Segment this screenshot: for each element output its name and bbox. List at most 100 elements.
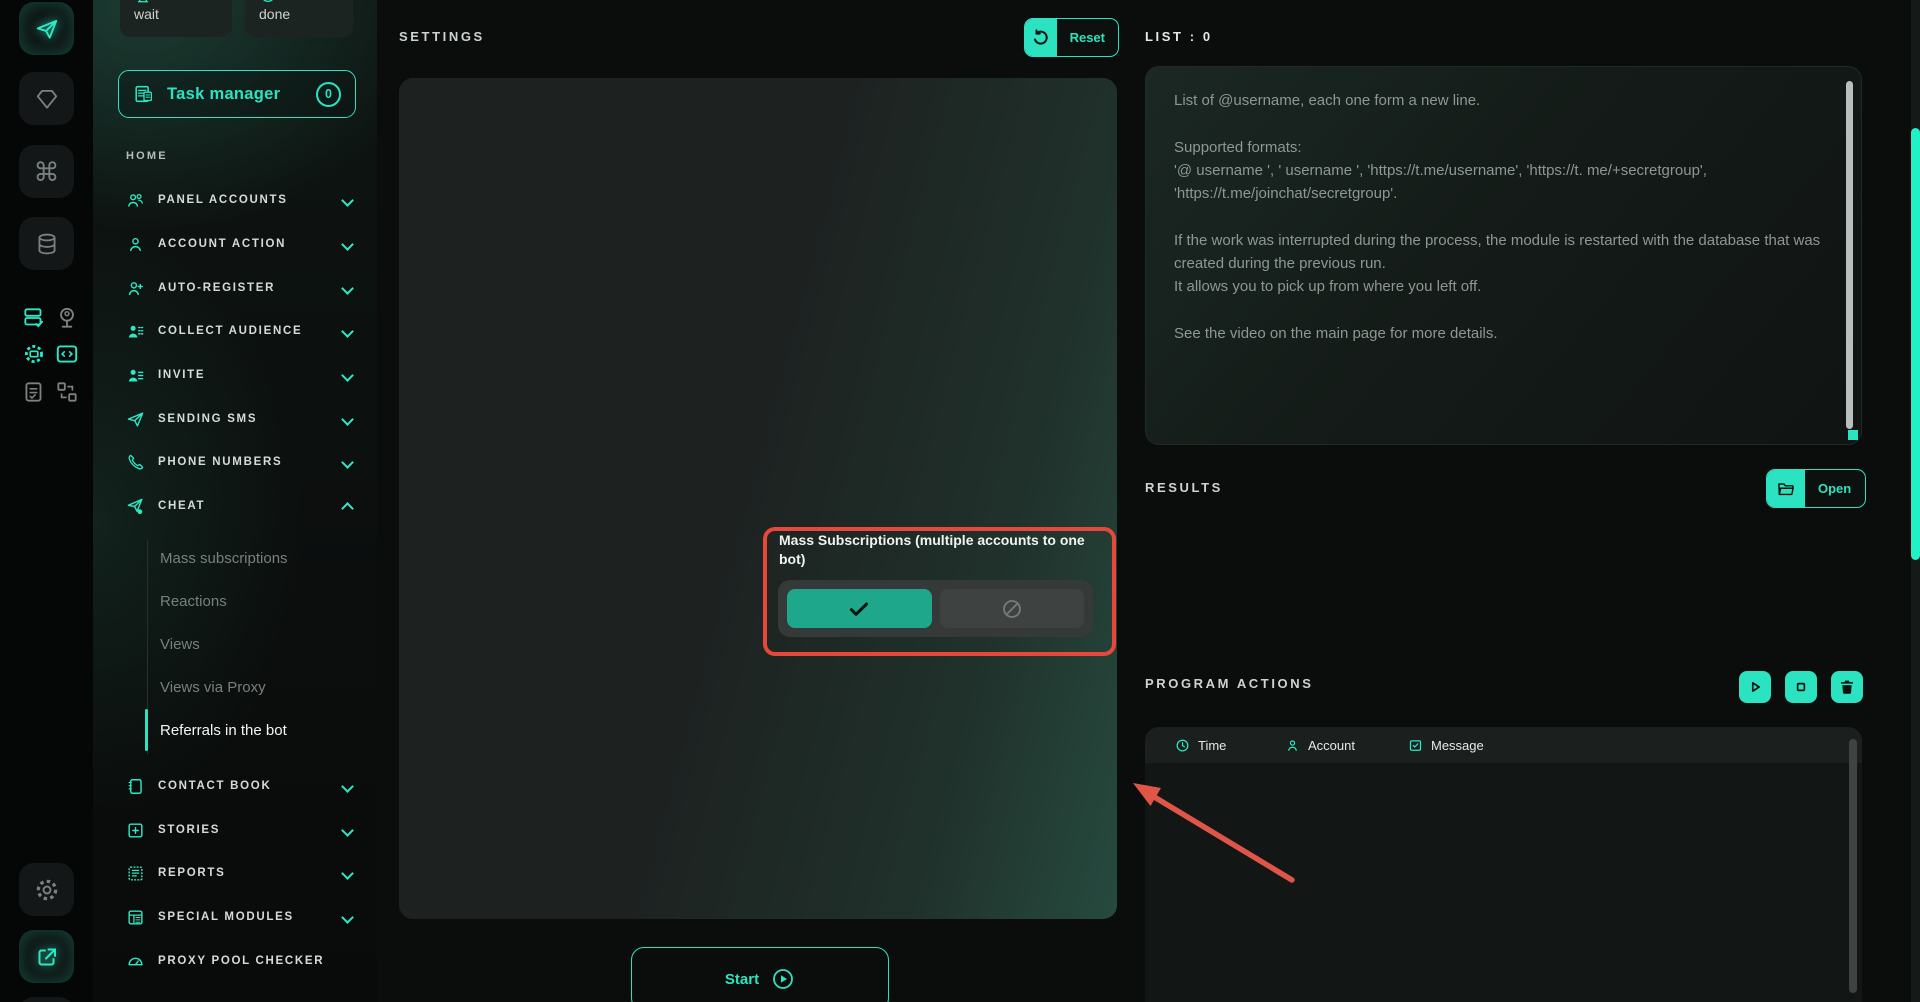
sidebar-item-phone-numbers[interactable]: PHONE NUMBERS: [126, 452, 358, 472]
command-nav-button[interactable]: ⌘: [19, 145, 74, 198]
extra-nav-button[interactable]: [19, 997, 74, 1002]
column-time[interactable]: Time: [1175, 738, 1226, 753]
chevron-down-icon: [341, 911, 354, 924]
webcam-person-icon[interactable]: [54, 305, 80, 331]
app-root: ⌘: [0, 0, 1920, 1002]
user-icon: [1285, 738, 1300, 753]
tab-wait-label: wait: [134, 6, 159, 22]
diamond-icon: [34, 86, 60, 112]
column-message[interactable]: Message: [1408, 738, 1484, 753]
sidebar: 0 wait 0 done Task manager 0 HOME PANEL: [93, 0, 377, 1002]
chevron-down-icon: [341, 194, 354, 207]
chevron-down-icon: [341, 325, 354, 338]
resize-handle[interactable]: [1848, 430, 1858, 440]
sidebar-item-proxy-pool-checker[interactable]: PROXY POOL CHECKER: [126, 951, 358, 971]
submenu-item-referrals-in-the-bot[interactable]: Referrals in the bot: [160, 720, 287, 740]
external-link-icon: [35, 945, 59, 969]
sidebar-item-auto-register[interactable]: AUTO-REGISTER: [126, 278, 358, 298]
premium-nav-button[interactable]: [19, 72, 74, 125]
open-results-button[interactable]: Open: [1766, 469, 1866, 508]
sidebar-item-contact-book[interactable]: CONTACT BOOK: [126, 776, 358, 796]
settings-gear-icon: [34, 877, 60, 903]
sidebar-item-cheat[interactable]: CHEAT: [126, 496, 358, 516]
submenu-item-mass-subscriptions[interactable]: Mass subscriptions: [160, 548, 288, 568]
chevron-down-icon: [341, 867, 354, 880]
task-manager-badge: 0: [316, 82, 341, 107]
external-link-button[interactable]: [19, 930, 74, 983]
play-icon: [1746, 678, 1764, 696]
sidebar-item-invite[interactable]: INVITE: [126, 365, 358, 385]
list-placeholder-text: List of @username, each one form a new l…: [1174, 89, 1822, 345]
task-manager-button[interactable]: Task manager 0: [118, 70, 356, 118]
tab-done[interactable]: 0 done: [245, 0, 353, 37]
server-check-icon[interactable]: [21, 305, 47, 331]
chevron-down-icon: [341, 456, 354, 469]
tab-done-label: done: [259, 6, 290, 22]
clear-actions-button[interactable]: [1831, 671, 1863, 703]
mass-subscriptions-label: Mass Subscriptions (multiple accounts to…: [779, 531, 1091, 569]
program-actions-table: Time Account Message: [1145, 727, 1862, 1002]
settings-nav-button[interactable]: [19, 863, 74, 916]
clock-check-icon: [259, 0, 277, 4]
paper-plane-dot-icon: [126, 497, 145, 516]
sidebar-item-special-modules[interactable]: SPECIAL MODULES: [126, 907, 358, 927]
stop-actions-button[interactable]: [1785, 671, 1817, 703]
home-section-label: HOME: [126, 150, 168, 162]
submenu-item-reactions[interactable]: Reactions: [160, 591, 227, 611]
wait-count: 0: [168, 0, 176, 4]
icon-rail: ⌘: [0, 0, 93, 1002]
reset-label: Reset: [1057, 19, 1118, 56]
sidebar-item-stories[interactable]: STORIES: [126, 820, 358, 840]
modules-icon: [126, 908, 145, 927]
task-list-icon: [133, 83, 155, 105]
sidebar-item-account-action[interactable]: ACCOUNT ACTION: [126, 234, 358, 254]
table-scrollbar[interactable]: [1849, 739, 1857, 993]
chevron-down-icon: [341, 780, 354, 793]
sidebar-item-reports[interactable]: REPORTS: [126, 863, 358, 883]
user-list-icon: [126, 322, 145, 341]
tab-wait[interactable]: 0 wait: [120, 0, 232, 37]
submenu-item-views-via-proxy[interactable]: Views via Proxy: [160, 677, 266, 697]
task-manager-label: Task manager: [167, 85, 280, 104]
database-icon: [34, 231, 60, 257]
start-button[interactable]: Start: [631, 947, 889, 1002]
code-window-icon[interactable]: [54, 341, 80, 367]
user-list-icon: [126, 366, 145, 385]
document-check-icon[interactable]: [21, 379, 47, 405]
telegram-icon: [34, 16, 60, 42]
blocked-icon: [1000, 597, 1024, 621]
clock-icon: [1175, 738, 1190, 753]
report-icon: [126, 864, 145, 883]
reset-button[interactable]: Reset: [1024, 18, 1119, 57]
chevron-down-icon: [341, 824, 354, 837]
phone-icon: [126, 453, 145, 472]
column-account[interactable]: Account: [1285, 738, 1355, 753]
mass-subscriptions-on-option[interactable]: [787, 589, 932, 628]
mass-subscriptions-off-option[interactable]: [940, 589, 1085, 628]
open-results-label: Open: [1805, 470, 1864, 507]
run-actions-button[interactable]: [1739, 671, 1771, 703]
program-actions-header: Time Account Message: [1145, 727, 1862, 763]
page-scrollbar-thumb[interactable]: [1911, 128, 1920, 560]
database-nav-button[interactable]: [19, 217, 74, 270]
swap-icon[interactable]: [54, 379, 80, 405]
sidebar-item-sending-sms[interactable]: SENDING SMS: [126, 409, 358, 429]
settings-card: [399, 78, 1117, 919]
sidebar-item-panel-accounts[interactable]: PANEL ACCOUNTS: [126, 190, 358, 210]
list-textarea[interactable]: List of @username, each one form a new l…: [1145, 66, 1862, 445]
gauge-icon: [126, 952, 145, 971]
gear-badge-icon[interactable]: [21, 341, 47, 367]
user-icon: [126, 235, 145, 254]
list-scrollbar[interactable]: [1846, 81, 1853, 429]
folder-open-icon: [1767, 470, 1805, 507]
submenu-item-views[interactable]: Views: [160, 634, 200, 654]
sidebar-item-collect-audience[interactable]: COLLECT AUDIENCE: [126, 321, 358, 341]
users-icon: [126, 191, 145, 210]
page-scrollbar-track: [1911, 0, 1920, 1002]
chevron-down-icon: [341, 238, 354, 251]
trash-icon: [1838, 678, 1856, 696]
reset-icon: [1025, 19, 1057, 56]
telegram-nav-button[interactable]: [19, 2, 74, 55]
settings-title: SETTINGS: [399, 29, 485, 44]
list-title: LIST : 0: [1145, 29, 1213, 44]
